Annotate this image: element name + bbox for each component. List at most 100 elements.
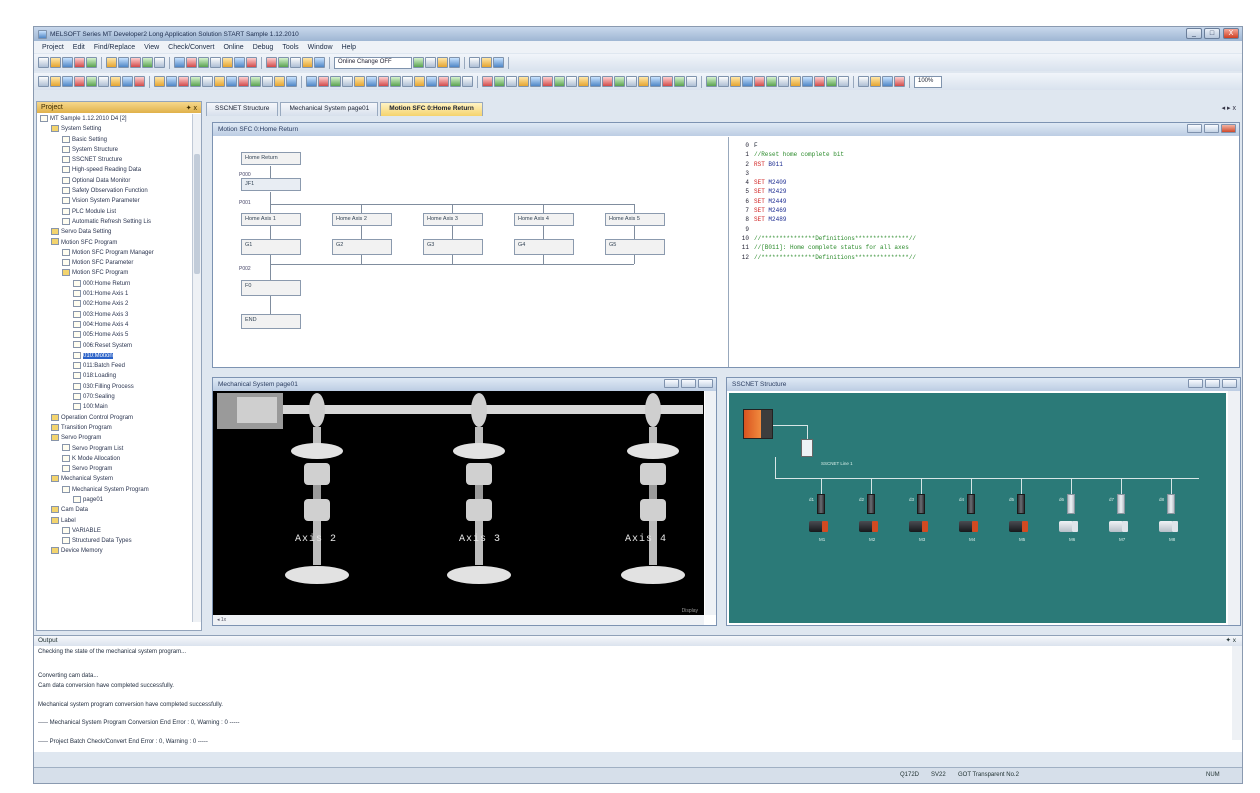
toolbar-icon[interactable]	[626, 76, 637, 87]
tree-item[interactable]: Automatic Refresh Setting Lis	[37, 217, 191, 227]
toolbar-icon[interactable]	[790, 76, 801, 87]
toolbar-icon[interactable]	[438, 76, 449, 87]
toolbar-icon[interactable]	[858, 76, 869, 87]
toolbar-icon[interactable]	[286, 76, 297, 87]
tree-item[interactable]: Basic Setting	[37, 135, 191, 145]
tree-item[interactable]: SSCNET Structure	[37, 155, 191, 165]
tree-item[interactable]: Optional Data Monitor	[37, 176, 191, 186]
toolbar-icon[interactable]	[390, 76, 401, 87]
toolbar-icon[interactable]	[449, 57, 460, 68]
toolbar-icon[interactable]	[190, 76, 201, 87]
toolbar-icon[interactable]	[530, 76, 541, 87]
toolbar-icon[interactable]	[566, 76, 577, 87]
servo-motor-icon[interactable]	[959, 521, 973, 532]
toolbar-icon[interactable]	[414, 76, 425, 87]
minimize-button[interactable]: _	[1186, 28, 1202, 39]
tree-item[interactable]: Cam Data	[37, 505, 191, 515]
toolbar-icon[interactable]	[870, 76, 881, 87]
toolbar-icon[interactable]	[274, 76, 285, 87]
tab-controls[interactable]: ◂ ▸ x	[1222, 104, 1236, 112]
toolbar-icon[interactable]	[802, 76, 813, 87]
toolbar-icon[interactable]	[266, 57, 277, 68]
toolbar-icon[interactable]	[38, 57, 49, 68]
servo-motor-icon[interactable]	[1059, 521, 1073, 532]
toolbar-icon[interactable]	[74, 76, 85, 87]
tab-sscnet-structure[interactable]: SSCNET Structure	[206, 102, 279, 116]
toolbar-icon[interactable]	[590, 76, 601, 87]
toolbar-icon[interactable]	[86, 57, 97, 68]
toolbar-icon[interactable]	[662, 76, 673, 87]
tree-item[interactable]: Vision System Parameter	[37, 196, 191, 206]
toolbar-icon[interactable]	[246, 57, 257, 68]
sfc-step-jf1[interactable]: JF1	[241, 178, 301, 191]
toolbar-icon[interactable]	[226, 76, 237, 87]
tree-item[interactable]: Motion SFC Program	[37, 238, 191, 248]
tree-item[interactable]: VARIABLE	[37, 526, 191, 536]
sfc-end-step[interactable]: END	[241, 314, 301, 329]
sfc-minimize-button[interactable]	[1187, 124, 1202, 133]
tree-item[interactable]: 100:Main	[37, 402, 191, 412]
toolbar-icon[interactable]	[366, 76, 377, 87]
project-pane-pin-button[interactable]: ✦ x	[186, 104, 197, 112]
tree-item[interactable]: PLC Module List	[37, 207, 191, 217]
toolbar-icon[interactable]	[614, 76, 625, 87]
servo-amplifier-icon[interactable]	[1167, 494, 1175, 514]
toolbar-icon[interactable]	[518, 76, 529, 87]
tree-item[interactable]: 070:Sealing	[37, 392, 191, 402]
tree-item[interactable]: Servo Program List	[37, 444, 191, 454]
maximize-button[interactable]: □	[1204, 28, 1220, 39]
mech-close-button[interactable]	[698, 379, 713, 388]
sfc-axis-step[interactable]: Home Axis 1	[241, 213, 301, 226]
toolbar-icon[interactable]	[174, 57, 185, 68]
toolbar-icon[interactable]	[142, 57, 153, 68]
menu-find-replace[interactable]: Find/Replace	[94, 44, 135, 51]
sscnet-vertical-scrollbar[interactable]	[1228, 391, 1240, 625]
toolbar-icon[interactable]	[413, 57, 424, 68]
toolbar-icon[interactable]	[426, 76, 437, 87]
tree-item[interactable]: Motion SFC Parameter	[37, 258, 191, 268]
sfc-restore-button[interactable]	[1204, 124, 1219, 133]
toolbar-icon[interactable]	[766, 76, 777, 87]
tree-item[interactable]: System Setting	[37, 124, 191, 134]
tree-item[interactable]: 010:Motion	[37, 351, 191, 361]
servo-motor-icon[interactable]	[1109, 521, 1123, 532]
tree-item[interactable]: Servo Program	[37, 464, 191, 474]
toolbar-icon[interactable]	[450, 76, 461, 87]
menu-debug[interactable]: Debug	[253, 44, 274, 51]
sfc-step-f0[interactable]: F0	[241, 280, 301, 296]
toolbar-icon[interactable]	[198, 57, 209, 68]
sscnet-canvas[interactable]: SSCNET Line 1 d1 M1 d2 M2 d3 M3 d4 M4 d5 M5 d6 M6 d7…	[729, 393, 1226, 623]
toolbar-icon[interactable]	[318, 76, 329, 87]
tree-item[interactable]: Device Memory	[37, 546, 191, 556]
toolbar-icon[interactable]	[469, 57, 480, 68]
servo-motor-icon[interactable]	[909, 521, 923, 532]
tree-item[interactable]: Mechanical System Program	[37, 485, 191, 495]
toolbar-icon[interactable]	[882, 76, 893, 87]
menu-window[interactable]: Window	[308, 44, 333, 51]
toolbar-icon[interactable]	[178, 76, 189, 87]
toolbar-icon[interactable]	[74, 57, 85, 68]
sfc-axis-step[interactable]: Home Axis 3	[423, 213, 483, 226]
servo-amplifier-icon[interactable]	[917, 494, 925, 514]
sfc-axis-step[interactable]: Home Axis 2	[332, 213, 392, 226]
toolbar-icon[interactable]	[402, 76, 413, 87]
toolbar-icon[interactable]	[674, 76, 685, 87]
toolbar-icon[interactable]	[154, 57, 165, 68]
tree-item[interactable]: 006:Reset System	[37, 341, 191, 351]
servo-motor-icon[interactable]	[1159, 521, 1173, 532]
sscnet-minimize-button[interactable]	[1188, 379, 1203, 388]
tree-item[interactable]: page01	[37, 495, 191, 505]
toolbar-icon[interactable]	[306, 76, 317, 87]
toolbar-icon[interactable]	[638, 76, 649, 87]
output-pin-button[interactable]: ✦ x	[1225, 636, 1236, 646]
tree-item[interactable]: Safety Observation Function	[37, 186, 191, 196]
tree-item[interactable]: Mechanical System	[37, 474, 191, 484]
toolbar-icon[interactable]	[98, 76, 109, 87]
toolbar-icon[interactable]	[290, 57, 301, 68]
toolbar-icon[interactable]	[730, 76, 741, 87]
sfc-axis-step[interactable]: Home Axis 4	[514, 213, 574, 226]
toolbar-icon[interactable]	[378, 76, 389, 87]
toolbar-icon[interactable]	[118, 57, 129, 68]
sfc-start-step[interactable]: Home Return	[241, 152, 301, 165]
sfc-close-button[interactable]	[1221, 124, 1236, 133]
